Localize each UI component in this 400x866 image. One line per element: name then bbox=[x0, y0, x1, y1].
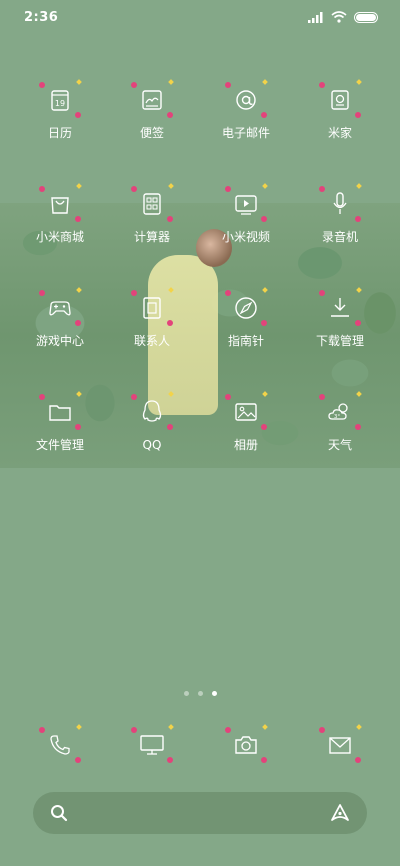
app-label: 小米视频 bbox=[221, 230, 270, 244]
app-label: 录音机 bbox=[321, 230, 358, 244]
status-bar: 2:36 bbox=[0, 0, 400, 34]
calculator-icon bbox=[143, 193, 161, 215]
app-label: 下载管理 bbox=[315, 334, 364, 348]
app-label: 游戏中心 bbox=[35, 334, 84, 348]
app-calculator[interactable]: 计算器 bbox=[102, 183, 202, 244]
desktop-icon bbox=[140, 735, 164, 755]
app-gallery[interactable]: 相册 bbox=[196, 391, 296, 452]
app-qq[interactable]: QQ bbox=[102, 391, 202, 452]
dock-desktop[interactable] bbox=[102, 724, 202, 763]
app-calendar[interactable]: 19 日历 bbox=[10, 79, 110, 140]
app-label: 相册 bbox=[233, 438, 258, 452]
app-game-center[interactable]: 游戏中心 bbox=[10, 287, 110, 348]
page-dot[interactable] bbox=[197, 691, 203, 696]
app-download-manager[interactable]: 下载管理 bbox=[290, 287, 390, 348]
notes-icon bbox=[142, 90, 162, 110]
folder-icon bbox=[49, 405, 71, 421]
email-at-icon bbox=[236, 90, 256, 110]
app-label: 计算器 bbox=[133, 230, 170, 244]
app-weather[interactable]: 3° 天气 bbox=[290, 391, 390, 452]
app-label: 小米商城 bbox=[35, 230, 84, 244]
video-play-icon bbox=[235, 195, 257, 215]
status-icons bbox=[308, 11, 378, 23]
microphone-icon bbox=[333, 192, 347, 214]
app-compass[interactable]: 指南针 bbox=[196, 287, 296, 348]
app-label: 指南针 bbox=[227, 334, 264, 348]
phone-icon bbox=[50, 735, 70, 755]
search-bar[interactable] bbox=[33, 792, 367, 834]
app-mijia[interactable]: 米家 bbox=[290, 79, 390, 140]
app-mi-video[interactable]: 小米视频 bbox=[196, 183, 296, 244]
gallery-icon bbox=[235, 403, 257, 421]
status-time: 2:36 bbox=[24, 10, 59, 25]
app-label: 便签 bbox=[139, 126, 164, 140]
mail-envelope-icon bbox=[329, 737, 351, 754]
shopping-bag-icon bbox=[51, 197, 69, 214]
app-contacts[interactable]: 联系人 bbox=[102, 287, 202, 348]
app-notes[interactable]: 便签 bbox=[102, 79, 202, 140]
dock-camera[interactable] bbox=[196, 724, 296, 763]
app-label: 天气 bbox=[327, 438, 352, 452]
svg-text:19: 19 bbox=[55, 99, 65, 108]
app-file-manager[interactable]: 文件管理 bbox=[10, 391, 110, 452]
weather-icon: 3° bbox=[328, 403, 348, 420]
assistant-icon[interactable] bbox=[329, 803, 351, 823]
page-dot[interactable] bbox=[183, 691, 189, 696]
page-indicator bbox=[0, 691, 400, 696]
app-recorder[interactable]: 录音机 bbox=[290, 183, 390, 244]
app-label: QQ bbox=[142, 438, 162, 452]
qq-penguin-icon bbox=[142, 400, 162, 422]
battery-icon bbox=[354, 11, 378, 23]
app-label: 联系人 bbox=[133, 334, 170, 348]
app-label: 日历 bbox=[47, 126, 72, 140]
mijia-icon bbox=[331, 90, 349, 110]
contacts-icon bbox=[143, 297, 161, 319]
dock-phone[interactable] bbox=[10, 724, 110, 763]
signal-icon bbox=[308, 11, 323, 23]
gamepad-icon bbox=[49, 301, 71, 316]
compass-icon bbox=[235, 297, 257, 319]
app-email[interactable]: 电子邮件 bbox=[196, 79, 296, 140]
calendar-icon: 19 bbox=[51, 90, 69, 111]
app-label: 米家 bbox=[327, 126, 352, 140]
download-icon bbox=[331, 298, 349, 317]
app-label: 电子邮件 bbox=[221, 126, 270, 140]
svg-text:3°: 3° bbox=[334, 414, 340, 420]
wifi-icon bbox=[331, 11, 347, 23]
app-mi-store[interactable]: 小米商城 bbox=[10, 183, 110, 244]
dock-mail[interactable] bbox=[290, 724, 390, 763]
page-dot-active[interactable] bbox=[211, 691, 217, 696]
search-icon[interactable] bbox=[49, 803, 69, 823]
camera-icon bbox=[235, 736, 257, 754]
app-label: 文件管理 bbox=[35, 438, 84, 452]
